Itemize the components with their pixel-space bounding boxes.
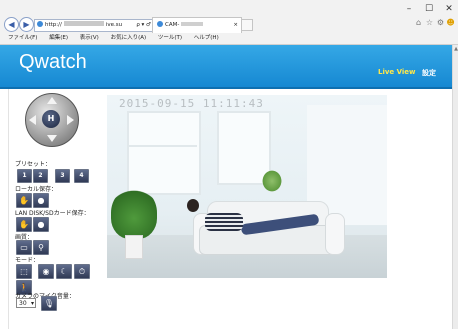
home-icon[interactable]: ⌂ (414, 18, 423, 27)
home-position-button[interactable]: H (42, 110, 60, 128)
preset-3-button[interactable]: 3 (55, 169, 70, 183)
header-banner: Qwatch Live View 設定 (0, 45, 452, 87)
mode-label: モード： (15, 257, 40, 264)
settings-gear-icon[interactable]: ⚙ (436, 18, 445, 27)
menu-bar: ファイル(F) 編集(E) 表示(V) お気に入り(A) ツール(T) ヘルプ(… (0, 33, 219, 43)
mode-night-icon[interactable]: ☾ (56, 264, 72, 279)
tab-close-icon[interactable]: × (233, 18, 238, 33)
pan-up-icon[interactable] (47, 97, 57, 104)
video-scene-window-pane (127, 145, 197, 147)
mode-day-icon[interactable]: ◉ (38, 264, 54, 279)
mode-timer-icon[interactable]: ⏱ (74, 264, 90, 279)
browser-tab[interactable]: CAM- × (152, 17, 242, 33)
web-page: Qwatch Live View 設定 H プリセット： 1 2 3 4 ローカ… (0, 45, 452, 329)
browser-chrome: – ☐ ✕ ◀ ▶ http:// ive.su ρ ▾ ♂ CAM- × ⌂ ☆… (0, 0, 458, 45)
tab-title-redacted (181, 22, 204, 26)
video-scene-plant (111, 187, 157, 239)
pan-left-icon[interactable] (29, 115, 36, 125)
ptz-dpad: H (25, 93, 79, 147)
nav-settings[interactable]: 設定 (422, 68, 436, 78)
mic-icon[interactable]: 🎙 (41, 296, 57, 311)
video-scene-window (127, 111, 201, 195)
video-scene-person (187, 199, 199, 212)
address-actions-icon[interactable]: ρ ▾ ♂ (136, 20, 151, 31)
address-bar[interactable]: http:// ive.su ρ ▾ ♂ (34, 19, 154, 32)
site-icon (37, 21, 43, 27)
menu-file[interactable]: ファイル(F) (8, 35, 37, 41)
menu-edit[interactable]: 編集(E) (49, 35, 68, 41)
live-video-feed[interactable]: 2015-09-15 11:11:43 (107, 95, 387, 278)
mic-volume-select[interactable]: 30 (16, 298, 36, 309)
smiley-icon[interactable]: ☻ (446, 18, 455, 27)
menu-favorites[interactable]: お気に入り(A) (111, 35, 147, 41)
tab-title: CAM- (165, 22, 180, 28)
scroll-up-icon[interactable]: ▲ (453, 46, 458, 52)
quality-zoom-icon[interactable]: ⚲ (33, 240, 49, 255)
lan-record-icon[interactable]: ✋ (16, 217, 32, 232)
pan-right-icon[interactable] (67, 115, 74, 125)
address-redacted (63, 21, 104, 26)
page-scrollbar[interactable]: ▲ (452, 45, 458, 329)
favorites-icon[interactable]: ☆ (425, 18, 434, 27)
mic-volume-value: 30 (19, 300, 27, 307)
preset-1-button[interactable]: 1 (17, 169, 32, 183)
close-button[interactable]: ✕ (442, 3, 456, 15)
preset-4-button[interactable]: 4 (74, 169, 89, 183)
pan-down-icon[interactable] (47, 135, 57, 142)
video-scene-person (205, 213, 243, 231)
maximize-button[interactable]: ☐ (422, 3, 436, 15)
tab-favicon (157, 21, 163, 27)
logo: Qwatch (19, 51, 87, 73)
preset-label: プリセット： (15, 161, 52, 168)
menu-tools[interactable]: ツール(T) (158, 35, 182, 41)
lan-save-label: LAN DISK/SDカード保存： (15, 210, 90, 217)
nav-live-view[interactable]: Live View (378, 68, 416, 76)
menu-view[interactable]: 表示(V) (80, 35, 99, 41)
video-scene-pot (125, 235, 143, 259)
back-icon[interactable]: ◀ (4, 17, 19, 32)
address-prefix: http:// (45, 22, 62, 28)
video-scene-sofa (325, 213, 345, 255)
lan-snapshot-icon[interactable]: ● (33, 217, 49, 232)
menu-help[interactable]: ヘルプ(H) (194, 35, 219, 41)
forward-icon[interactable]: ▶ (19, 17, 34, 32)
video-scene-plant (262, 170, 282, 192)
video-timestamp: 2015-09-15 11:11:43 (119, 97, 264, 110)
mode-auto-icon[interactable]: ⬚ (16, 264, 32, 279)
local-save-label: ローカル保存： (15, 186, 58, 193)
local-snapshot-icon[interactable]: ● (33, 193, 49, 208)
minimize-button[interactable]: – (402, 3, 416, 15)
preset-2-button[interactable]: 2 (33, 169, 48, 183)
new-tab-button[interactable] (241, 19, 253, 31)
address-suffix: ive.su (105, 22, 123, 28)
local-record-icon[interactable]: ✋ (16, 193, 32, 208)
quality-fullscreen-icon[interactable]: ▭ (16, 240, 32, 255)
